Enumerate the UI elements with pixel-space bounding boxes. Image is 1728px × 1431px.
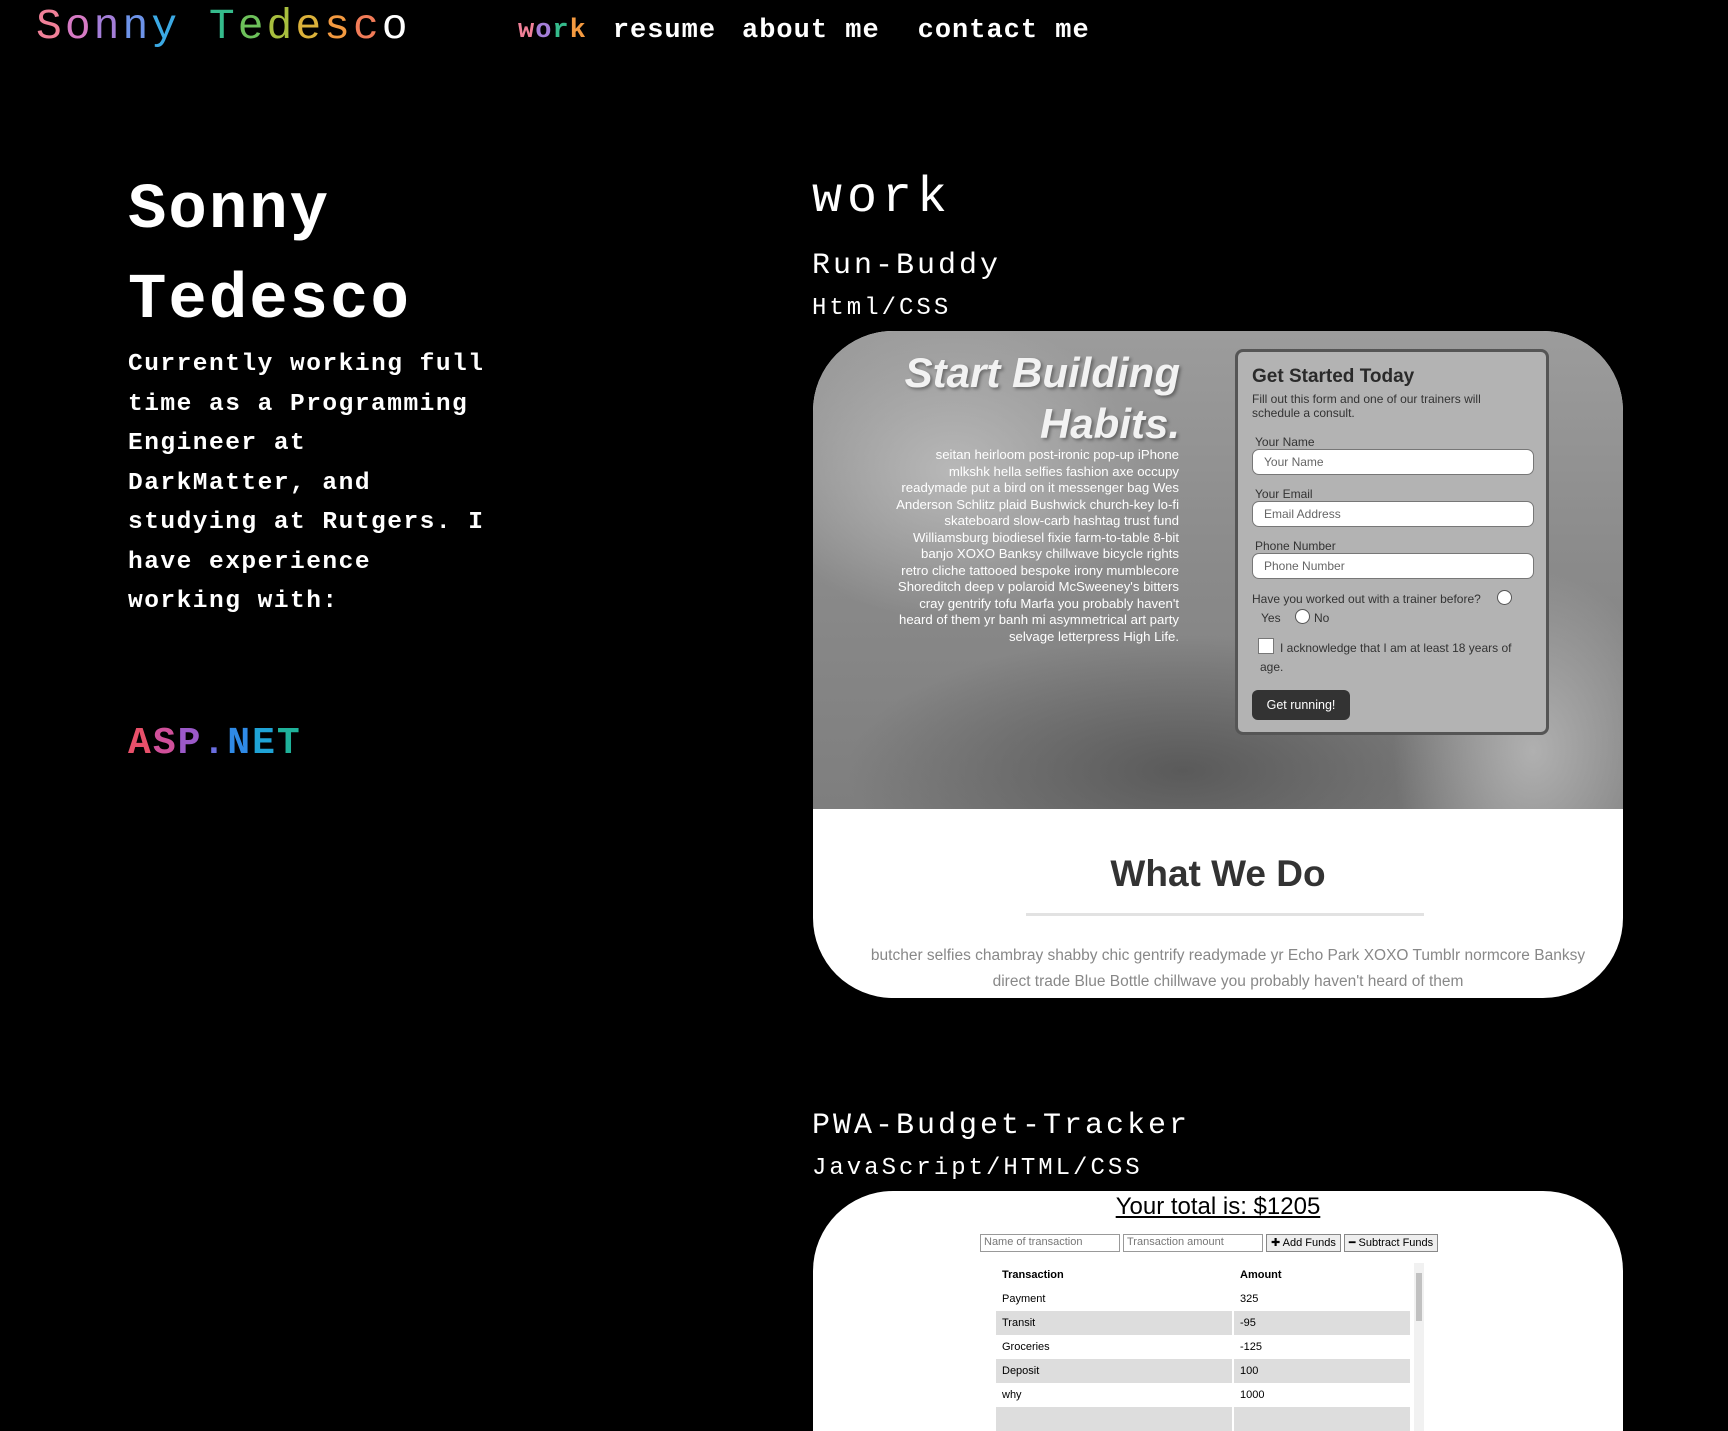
skill-char: N bbox=[227, 722, 253, 765]
logo-char: n bbox=[93, 2, 123, 51]
table-cell: why bbox=[996, 1383, 1234, 1407]
transactions-table: Transaction Amount Payment 325 Transit -… bbox=[996, 1263, 1412, 1431]
no-label: No bbox=[1314, 611, 1330, 625]
scrollbar-thumb bbox=[1416, 1273, 1422, 1321]
skill-char: A bbox=[128, 722, 153, 765]
what-we-do-heading: What We Do bbox=[1110, 853, 1326, 894]
project-title[interactable]: Run-Buddy bbox=[812, 249, 1001, 283]
skill-char: T bbox=[276, 722, 302, 765]
no-radio bbox=[1295, 609, 1310, 624]
table-cell: Transit bbox=[996, 1311, 1234, 1335]
budget-tracker-screenshot[interactable]: Your total is: $1205 Name of transaction… bbox=[813, 1191, 1623, 1431]
logo-char: e bbox=[295, 2, 325, 51]
table-cell bbox=[996, 1407, 1234, 1431]
add-funds-button: ✚ Add Funds bbox=[1266, 1234, 1341, 1252]
nav-about-link[interactable]: about me bbox=[742, 16, 880, 46]
main-nav: work resume about me contact me bbox=[518, 16, 1116, 46]
nav-work-char: w bbox=[518, 16, 536, 46]
email-field: Email Address bbox=[1252, 501, 1534, 527]
table-cell: -125 bbox=[1233, 1335, 1412, 1359]
logo-char: n bbox=[122, 2, 152, 51]
column-header: Transaction bbox=[996, 1263, 1234, 1287]
table-cell: 1000 bbox=[1233, 1383, 1412, 1407]
email-label: Your Email bbox=[1255, 487, 1313, 501]
logo-char: e bbox=[237, 2, 267, 51]
name-label: Your Name bbox=[1255, 435, 1315, 449]
site-logo[interactable]: Sonny Tedesco bbox=[36, 2, 411, 51]
nav-work-link[interactable]: work bbox=[518, 16, 587, 46]
hero-name-last: Tedesco bbox=[128, 265, 411, 337]
name-field: Your Name bbox=[1252, 449, 1534, 475]
logo-char: o bbox=[64, 2, 94, 51]
phone-field: Phone Number bbox=[1252, 553, 1534, 579]
screenshot-lorem: seitan heirloom post-ironic pop-up iPhon… bbox=[896, 447, 1179, 644]
hero-name: Sonny Tedesco bbox=[128, 166, 508, 346]
yes-label: Yes bbox=[1261, 611, 1281, 625]
logo-char: y bbox=[151, 2, 181, 51]
screenshot-headline-1: Start Building bbox=[904, 349, 1180, 396]
form-title: Get Started Today bbox=[1252, 366, 1415, 387]
table-cell: 325 bbox=[1233, 1287, 1412, 1311]
logo-char: S bbox=[36, 2, 65, 51]
transaction-name-input: Name of transaction bbox=[980, 1234, 1120, 1252]
skill-char: P bbox=[177, 722, 203, 765]
screenshot-headline-2: Habits. bbox=[1039, 400, 1180, 447]
project-tech: JavaScript/HTML/CSS bbox=[812, 1155, 1143, 1182]
skill-char: S bbox=[152, 722, 178, 765]
table-scrollbar bbox=[1414, 1263, 1424, 1431]
table-cell bbox=[1233, 1407, 1412, 1431]
trainer-question: Have you worked out with a trainer befor… bbox=[1252, 592, 1481, 606]
form-subtitle: Fill out this form and one of our traine… bbox=[1252, 392, 1481, 420]
nav-work-char: k bbox=[569, 16, 587, 46]
screenshot-headline: Start Building Habits. bbox=[905, 347, 1180, 449]
transaction-amount-input: Transaction amount bbox=[1123, 1234, 1263, 1252]
phone-label: Phone Number bbox=[1255, 539, 1336, 553]
nav-work-char: r bbox=[552, 16, 570, 46]
nav-work-char: o bbox=[535, 16, 553, 46]
nav-contact-link[interactable]: contact me bbox=[918, 16, 1090, 46]
skill-char: . bbox=[202, 722, 228, 765]
table-row bbox=[996, 1407, 1412, 1431]
table-row: Deposit 100 bbox=[996, 1359, 1412, 1383]
table-row: why 1000 bbox=[996, 1383, 1412, 1407]
table-header-row: Transaction Amount bbox=[996, 1263, 1412, 1287]
hero-name-first: Sonny bbox=[128, 175, 331, 247]
skill-char: E bbox=[252, 722, 277, 765]
logo-char: s bbox=[324, 2, 353, 51]
work-heading: work bbox=[812, 170, 953, 227]
logo-char bbox=[180, 2, 209, 51]
logo-char: o bbox=[381, 2, 411, 51]
subtract-funds-button: ━ Subtract Funds bbox=[1343, 1234, 1439, 1252]
column-header: Amount bbox=[1233, 1263, 1412, 1287]
what-we-do-text: butcher selfies chambray shabby chic gen… bbox=[870, 947, 1586, 990]
budget-total: Your total is: $1205 bbox=[1115, 1193, 1321, 1220]
table-cell: -95 bbox=[1233, 1311, 1412, 1335]
logo-char: d bbox=[266, 2, 296, 51]
table-row: Payment 325 bbox=[996, 1287, 1412, 1311]
nav-resume-link[interactable]: resume bbox=[613, 16, 716, 46]
yes-radio bbox=[1497, 590, 1512, 605]
logo-char: c bbox=[352, 2, 382, 51]
budget-input-row: Name of transaction Transaction amount ✚… bbox=[980, 1234, 1441, 1252]
screenshot-signup-form: Get Started Today Fill out this form and… bbox=[1235, 349, 1549, 735]
acknowledge-text: I acknowledge that I am at least 18 year… bbox=[1260, 641, 1512, 674]
table-row: Transit -95 bbox=[996, 1311, 1412, 1335]
table-cell: Groceries bbox=[996, 1335, 1234, 1359]
logo-char: T bbox=[208, 2, 238, 51]
skills-ticker: ASP.NET bbox=[128, 712, 528, 794]
table-row: Groceries -125 bbox=[996, 1335, 1412, 1359]
skill-item: ASP.NET bbox=[128, 718, 528, 770]
section-divider bbox=[1026, 913, 1424, 916]
table-cell: Payment bbox=[996, 1287, 1234, 1311]
bio-text: Currently working full time as a Program… bbox=[128, 351, 485, 615]
run-buddy-screenshot[interactable]: Start Building Habits. seitan heirloom p… bbox=[813, 331, 1623, 998]
project-tech: Html/CSS bbox=[812, 295, 952, 322]
get-running-button: Get running! bbox=[1252, 690, 1350, 720]
table-cell: Deposit bbox=[996, 1359, 1234, 1383]
table-cell: 100 bbox=[1233, 1359, 1412, 1383]
project-title[interactable]: PWA-Budget-Tracker bbox=[812, 1109, 1190, 1143]
